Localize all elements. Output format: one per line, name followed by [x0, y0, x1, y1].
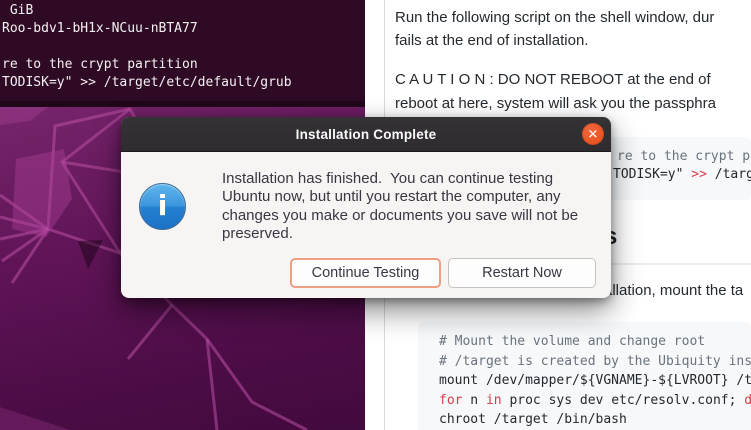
doc-paragraph-1-line-1: Run the following script on the shell wi… — [395, 7, 714, 29]
info-icon: i — [139, 183, 186, 230]
dialog-message-line: Installation has finished. You can conti… — [222, 170, 578, 188]
continue-testing-button[interactable]: Continue Testing — [290, 258, 441, 288]
code1-line2-text: TODISK=y" — [613, 167, 691, 182]
info-icon-glyph: i — [158, 192, 168, 220]
dialog-title: Installation Complete — [296, 127, 437, 142]
code2-in-keyword: in — [486, 393, 502, 408]
close-icon: ✕ — [588, 127, 599, 140]
close-button[interactable]: ✕ — [582, 123, 604, 145]
terminal-output-line: re to the crypt partition — [2, 56, 198, 74]
code1-line-2: TODISK=y" >> /targ — [613, 167, 751, 182]
code1-redirect-operator: >> — [691, 167, 707, 182]
terminal-output-line: Roo-bdv1-bH1x-NCuu-nBTA77 — [2, 20, 198, 38]
doc-paragraph-1-line-2: fails at the end of installation. — [395, 30, 588, 52]
code2-line-2: # /target is created by the Ubiquity ins — [439, 354, 751, 369]
restart-now-button[interactable]: Restart Now — [448, 258, 596, 288]
code2-line-5: chroot /target /bin/bash — [439, 412, 627, 427]
doc-paragraph-2-fragment: allation, mount the ta — [604, 280, 743, 302]
code2-for-keyword: for — [439, 393, 462, 408]
screenshot-root: Run the following script on the shell wi… — [0, 0, 751, 430]
dialog-message: Installation has finished. You can conti… — [222, 170, 578, 243]
doc-caution-line-2: reboot at here, system will ask you the … — [395, 93, 716, 115]
code2-line-3: mount /dev/mapper/${VGNAME}-${LVROOT} /t — [439, 373, 751, 388]
terminal-output-line: GiB — [2, 2, 33, 20]
terminal-output-line: TODISK=y" >> /target/etc/default/grub — [2, 74, 292, 92]
code2-line-1: # Mount the volume and change root — [439, 334, 705, 349]
terminal-window[interactable]: GiB Roo-bdv1-bH1x-NCuu-nBTA77 re to the … — [0, 0, 365, 101]
code2-line-4: for n in proc sys dev etc/resolv.conf; d… — [439, 393, 751, 408]
code1-line2-path: /targ — [707, 167, 751, 182]
code2-line4-text2: proc sys dev etc/resolv.conf; — [502, 393, 745, 408]
code2-line4-text1: n — [462, 393, 485, 408]
installation-complete-dialog: Installation Complete ✕ i Installation h… — [121, 117, 611, 298]
dialog-message-line: changes you make or documents you save w… — [222, 207, 578, 225]
dialog-message-line: Ubuntu now, but until you restart the co… — [222, 188, 578, 206]
code2-do-keyword: do — [744, 393, 751, 408]
dialog-message-line: preserved. — [222, 225, 578, 243]
dialog-titlebar[interactable]: Installation Complete ✕ — [121, 117, 611, 152]
code1-line-1: re to the crypt pa — [617, 149, 751, 164]
doc-caution-line-1: C A U T I O N : DO NOT REBOOT at the end… — [395, 69, 711, 91]
